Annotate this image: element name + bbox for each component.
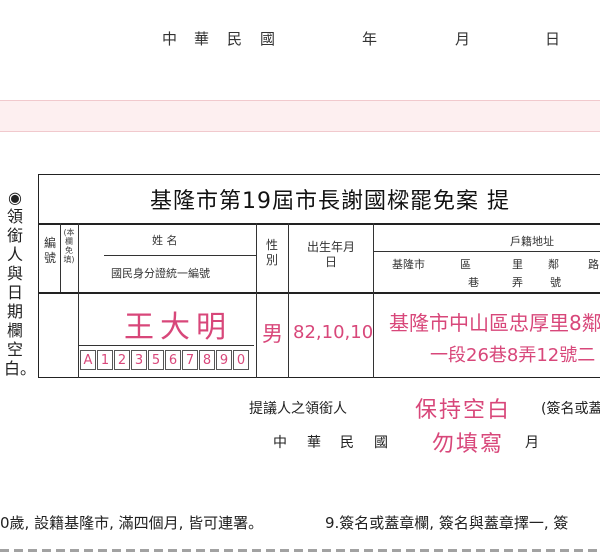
header-birth: 出生年月日	[306, 240, 355, 269]
header-address-village: 里	[512, 258, 523, 271]
id-char-box: 6	[165, 350, 181, 370]
id-char-box: 3	[131, 350, 147, 370]
header-address: 戶籍地址	[510, 235, 554, 248]
header-name: 姓 名	[152, 234, 178, 247]
handwritten-do-not-fill: 勿填寫	[432, 432, 505, 457]
col-divider-4	[288, 223, 289, 378]
date-char-guo: 國	[260, 30, 278, 48]
date-char-day: 日	[545, 30, 563, 48]
sign-label: (簽名或蓋	[541, 401, 600, 417]
handwritten-keep-blank: 保持空白	[415, 398, 512, 423]
col-divider-3	[256, 223, 257, 378]
header-number: 編號	[43, 236, 56, 265]
pink-band	[0, 100, 600, 132]
header-id-number: 國民身分證統一編號	[111, 267, 210, 280]
date2-hua: 華	[307, 435, 321, 451]
leader-label: 提議人之領銜人	[249, 401, 347, 417]
side-note: ◉領銜人與日期欄空白。	[4, 188, 37, 378]
header-address-neighborhood: 鄰	[548, 258, 559, 271]
header-address-number: 號	[550, 276, 561, 289]
header-address-lane: 巷	[468, 276, 479, 289]
address-divider	[373, 251, 600, 252]
date-char-hua: 華	[194, 30, 212, 48]
id-char-box: 2	[114, 350, 130, 370]
row-address-line2: 一段26巷8弄12號二	[430, 345, 596, 366]
footer-right-text: 9.簽名或蓋章欄, 簽名與蓋章擇一, 簽	[325, 514, 569, 532]
id-char-box: 8	[199, 350, 215, 370]
footer-left-text: 0歲, 設籍基隆市, 滿四個月, 皆可連署。	[0, 514, 264, 532]
id-char-box: 9	[216, 350, 232, 370]
name-id-divider	[104, 255, 256, 256]
title-divider	[38, 223, 600, 225]
id-char-box: 1	[97, 350, 113, 370]
col-divider-2	[78, 223, 79, 378]
id-char-box: 0	[233, 350, 249, 370]
row-address-line1: 基隆市中山區忠厚里8鄰	[389, 311, 600, 335]
row-gender: 男	[262, 322, 283, 346]
date2-min: 民	[340, 435, 354, 451]
id-char-box: 7	[182, 350, 198, 370]
row-birth: 82,10,10	[293, 322, 374, 343]
header-address-road: 路	[588, 258, 599, 271]
date-char-zhong: 中	[162, 30, 180, 48]
id-char-box: A	[80, 350, 96, 370]
id-char-box: 5	[148, 350, 164, 370]
cut-off-next-line	[0, 544, 600, 553]
header-address-alley: 弄	[512, 276, 523, 289]
header-row-divider	[38, 292, 600, 294]
col-divider-5	[373, 223, 374, 378]
date2-zhong: 中	[273, 435, 287, 451]
date-char-year: 年	[362, 30, 380, 48]
date-char-min: 民	[227, 30, 245, 48]
header-address-city: 基隆市	[392, 258, 425, 271]
form-title: 基隆市第19屆市長謝國樑罷免案 提	[150, 189, 510, 214]
row-name: 王大明	[124, 310, 232, 345]
header-address-district: 區	[460, 258, 471, 271]
date2-month: 月	[525, 435, 539, 451]
date-char-month: 月	[455, 30, 473, 48]
header-number-note: (本欄免填)	[63, 228, 75, 264]
col-divider-1	[60, 223, 61, 292]
date2-guo: 國	[374, 435, 388, 451]
header-gender: 性別	[265, 238, 278, 267]
